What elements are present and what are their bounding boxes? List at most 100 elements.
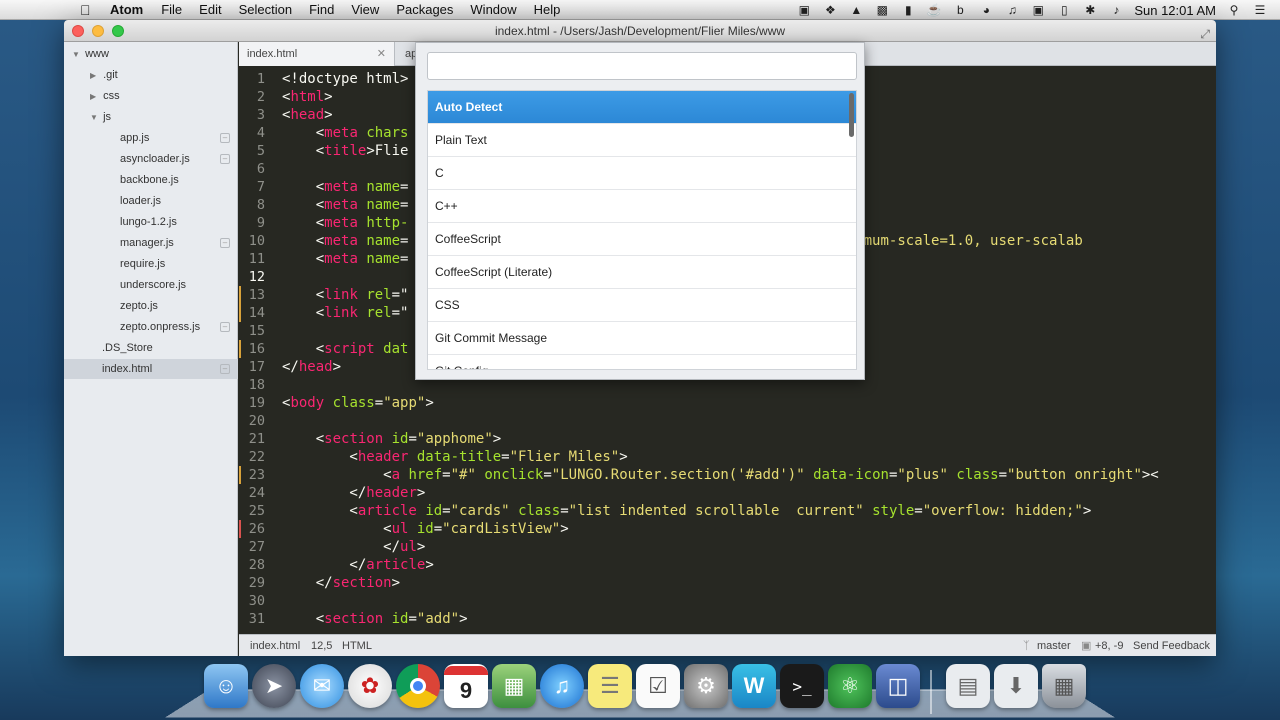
battery-icon[interactable]: ▯ — [1056, 3, 1072, 17]
grammar-item-auto-detect[interactable]: Auto Detect — [428, 91, 856, 124]
dropbox-icon[interactable]: ❖ — [822, 3, 838, 17]
dock-documents[interactable]: ▤ — [946, 664, 990, 708]
close-icon[interactable]: ✕ — [377, 42, 386, 66]
dock-finder[interactable]: ☺ — [204, 664, 248, 708]
grammar-item-css[interactable]: CSS — [428, 289, 856, 322]
code-line[interactable]: <a href="#" onclick="LUNGO.Router.sectio… — [282, 466, 1159, 484]
grammar-search-input[interactable] — [427, 52, 857, 80]
tree-file-lungo-js[interactable]: lungo-1.2.js — [64, 212, 238, 232]
camera-icon[interactable]: ▣ — [796, 3, 812, 17]
dock-atom[interactable]: ⚛ — [828, 664, 872, 708]
tab-ap[interactable]: ap — [397, 42, 417, 66]
code-line[interactable]: <meta name= — [282, 178, 409, 196]
dock-itunes[interactable]: ♫ — [540, 664, 584, 708]
status-branch[interactable]: master — [1037, 635, 1071, 656]
code-line[interactable]: <link rel=" — [282, 286, 409, 304]
menu-window[interactable]: Window — [470, 2, 516, 17]
tab-index-html[interactable]: index.html ✕ — [239, 42, 395, 66]
dock-chrome[interactable] — [396, 664, 440, 708]
code-line[interactable]: </ul> — [282, 538, 425, 556]
grammar-item-coffeescript[interactable]: CoffeeScript — [428, 223, 856, 256]
code-line[interactable]: <html> — [282, 88, 333, 106]
tree-file-underscore-js[interactable]: underscore.js — [64, 275, 238, 295]
dock-mail[interactable]: ✿ — [348, 664, 392, 708]
menu-packages[interactable]: Packages — [396, 2, 453, 17]
dock-launchpad[interactable]: ➤ — [252, 664, 296, 708]
close-button[interactable] — [72, 25, 84, 37]
status-grammar[interactable]: HTML — [342, 635, 372, 656]
clock[interactable]: Sun 12:01 AM — [1134, 3, 1216, 18]
code-line[interactable]: </header> — [282, 484, 425, 502]
tree-file-asyncloader-js[interactable]: asyncloader.js – — [64, 149, 238, 169]
bluetooth-icon[interactable]: ✱ — [1082, 3, 1098, 17]
tree-folder-git[interactable]: ▶ .git — [64, 65, 238, 85]
dock-messages[interactable]: ✉ — [300, 664, 344, 708]
menu-app-name[interactable]: Atom — [110, 2, 143, 17]
wifi-icon[interactable]: ◕ — [978, 3, 994, 17]
code-line[interactable]: <head> — [282, 106, 333, 124]
dock-trash[interactable]: ▦ — [1042, 664, 1086, 708]
drive-icon[interactable]: ▲ — [848, 3, 864, 17]
minimize-button[interactable] — [92, 25, 104, 37]
menu-find[interactable]: Find — [309, 2, 334, 17]
grammar-item-git-commit-message[interactable]: Git Commit Message — [428, 322, 856, 355]
tree-file-index-html[interactable]: index.html – — [64, 359, 238, 379]
code-line[interactable]: <!doctype html> — [282, 70, 408, 88]
code-line[interactable]: <meta name= — [282, 196, 409, 214]
battery-app-icon[interactable]: ▮ — [900, 3, 916, 17]
coffee-icon[interactable]: ☕ — [926, 3, 942, 17]
code-line[interactable]: <title>Flie — [282, 142, 409, 160]
grammar-item-c[interactable]: C — [428, 157, 856, 190]
tree-file-zepto-onpress-js[interactable]: zepto.onpress.js – — [64, 317, 238, 337]
tree-file-require-js[interactable]: require.js — [64, 254, 238, 274]
code-line[interactable]: <meta name= — [282, 250, 409, 268]
tree-file-manager-js[interactable]: manager.js – — [64, 233, 238, 253]
tree-folder-www[interactable]: ▼ www — [64, 44, 238, 64]
grammar-item-cpp[interactable]: C++ — [428, 190, 856, 223]
dock-preview[interactable]: ▦ — [492, 664, 536, 708]
grammar-item-git-config[interactable]: Git Config — [428, 355, 856, 369]
status-cursor-position[interactable]: 12,5 — [311, 635, 332, 656]
code-line[interactable]: <link rel=" — [282, 304, 409, 322]
dock-system-preferences[interactable]: ⚙ — [684, 664, 728, 708]
tree-file-ds-store[interactable]: .DS_Store — [64, 338, 238, 358]
sound-icon[interactable]: ♪ — [1108, 3, 1124, 17]
menu-selection[interactable]: Selection — [239, 2, 292, 17]
code-line[interactable]: <body class="app"> — [282, 394, 434, 412]
dock-stickies[interactable]: ☰ — [588, 664, 632, 708]
menu-edit[interactable]: Edit — [199, 2, 221, 17]
menu-file[interactable]: File — [161, 2, 182, 17]
display-icon[interactable]: ▣ — [1030, 3, 1046, 17]
tree-file-loader-js[interactable]: loader.js — [64, 191, 238, 211]
code-line[interactable]: <section id="apphome"> — [282, 430, 502, 448]
grammar-list-scrollbar[interactable] — [849, 93, 854, 137]
tree-file-app-js[interactable]: app.js – — [64, 128, 238, 148]
code-line[interactable]: <meta chars — [282, 124, 409, 142]
spotlight-icon[interactable]: ⚲ — [1226, 3, 1242, 17]
dock-terminal[interactable]: >_ — [780, 664, 824, 708]
status-file[interactable]: index.html — [250, 635, 300, 656]
grammar-item-plain-text[interactable]: Plain Text — [428, 124, 856, 157]
dock-reminders[interactable]: ☑ — [636, 664, 680, 708]
code-line[interactable]: <meta http- — [282, 214, 409, 232]
tree-file-backbone-js[interactable]: backbone.js — [64, 170, 238, 190]
code-line[interactable]: </section> — [282, 574, 400, 592]
dock-calendar[interactable]: 9 — [444, 664, 488, 708]
tree-file-zepto-js[interactable]: zepto.js — [64, 296, 238, 316]
tree-folder-js[interactable]: ▼ js — [64, 107, 238, 127]
dock-downloads[interactable]: ⬇ — [994, 664, 1038, 708]
dock-webstorm[interactable]: W — [732, 664, 776, 708]
evernote-icon[interactable]: ▩ — [874, 3, 890, 17]
code-line[interactable]: </head> — [282, 358, 341, 376]
menu-view[interactable]: View — [351, 2, 379, 17]
send-feedback-link[interactable]: Send Feedback — [1133, 635, 1210, 656]
code-line[interactable]: <ul id="cardListView"> — [282, 520, 568, 538]
tree-folder-css[interactable]: ▶ css — [64, 86, 238, 106]
dock-photo-booth[interactable]: ◫ — [876, 664, 920, 708]
code-line[interactable]: <article id="cards" class="list indented… — [282, 502, 1091, 520]
grammar-item-coffeescript-literate[interactable]: CoffeeScript (Literate) — [428, 256, 856, 289]
zoom-button[interactable] — [112, 25, 124, 37]
volume-icon[interactable]: ♫ — [1004, 3, 1020, 17]
notification-center-icon[interactable]: ☰ — [1252, 3, 1268, 17]
code-line[interactable]: </article> — [282, 556, 433, 574]
